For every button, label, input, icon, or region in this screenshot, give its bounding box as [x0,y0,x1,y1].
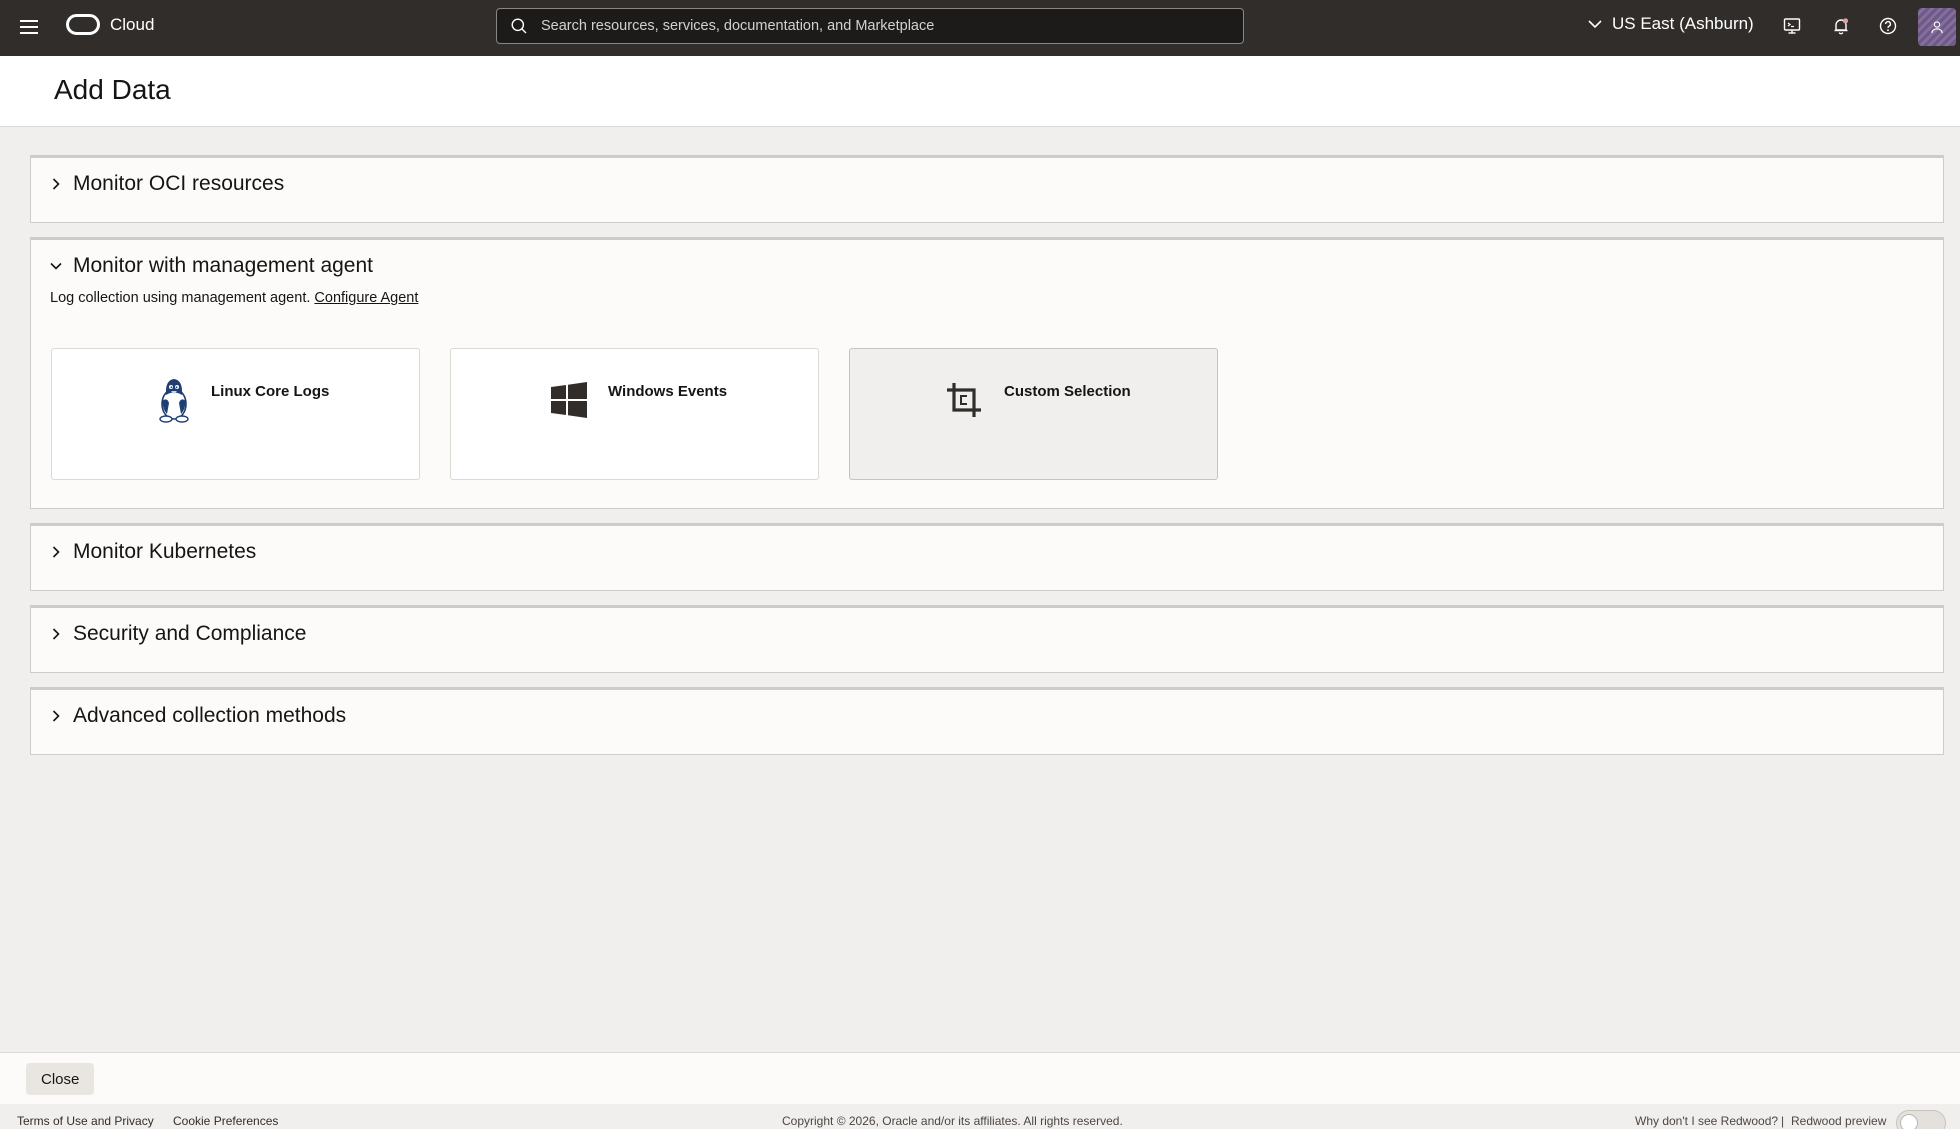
brand-text: Cloud [110,14,155,34]
terms-link[interactable]: Terms of Use and Privacy [17,1114,154,1128]
footer-actions: Close [0,1052,1960,1104]
oracle-logo-icon [66,14,100,35]
section-title: Security and Compliance [73,622,307,645]
linux-penguin-icon [152,377,196,423]
section-toggle[interactable]: Monitor OCI resources [49,172,284,196]
section-monitor-oci-resources: Monitor OCI resources [30,155,1944,223]
tile-linux-core-logs[interactable]: Linux Core Logs [51,348,420,480]
tile-label: Windows Events [608,383,728,400]
page-header: Add Data [0,56,1960,127]
search-input[interactable] [541,18,1243,34]
top-navigation-bar: Cloud US East (Ashburn) [0,0,1960,56]
chevron-right-icon [49,545,63,559]
user-avatar[interactable] [1918,8,1956,46]
tile-label: Custom Selection [1004,383,1131,400]
chevron-down-icon [49,259,63,273]
page-footer: Terms of Use and Privacy Cookie Preferen… [0,1104,1960,1129]
section-toggle[interactable]: Monitor Kubernetes [49,540,256,564]
tile-custom-selection[interactable]: Custom Selection [849,348,1218,480]
section-title: Advanced collection methods [73,704,347,727]
brand-home-link[interactable]: Cloud [66,14,154,35]
close-button[interactable]: Close [26,1063,95,1095]
section-monitor-with-management-agent: Monitor with management agent Log collec… [30,237,1944,509]
redwood-preview-toggle[interactable] [1896,1110,1946,1129]
section-toggle[interactable]: Monitor with management agent [49,254,373,278]
region-selector[interactable]: US East (Ashburn) [1588,14,1754,34]
description-text: Log collection using management agent. [50,290,311,306]
section-toggle[interactable]: Security and Compliance [49,622,306,646]
tile-label: Linux Core Logs [211,383,330,400]
section-title: Monitor OCI resources [73,172,285,195]
chevron-right-icon [49,627,63,641]
section-advanced-collection-methods: Advanced collection methods [30,687,1944,755]
section-monitor-kubernetes: Monitor Kubernetes [30,523,1944,591]
chevron-right-icon [49,177,63,191]
search-icon [511,18,527,34]
chevron-down-icon [1588,19,1602,28]
redwood-question-link[interactable]: Why don't I see Redwood? [1635,1114,1778,1128]
tile-windows-events[interactable]: Windows Events [450,348,819,480]
footer-separator: | [1781,1114,1785,1128]
chevron-right-icon [49,709,63,723]
windows-logo-icon [547,377,591,423]
page-title: Add Data [54,74,171,105]
global-search[interactable] [496,8,1244,44]
redwood-preview-label: Redwood preview [1791,1114,1887,1128]
user-icon [1931,21,1943,34]
copyright-text: Copyright © 2026, Oracle and/or its affi… [782,1114,1123,1128]
section-title: Monitor with management agent [73,254,373,277]
menu-icon[interactable] [20,16,42,38]
cloud-shell-icon[interactable] [1780,14,1804,38]
section-title: Monitor Kubernetes [73,540,257,563]
toggle-knob [1900,1114,1918,1129]
section-description: Log collection using management agent. C… [50,290,418,306]
section-security-and-compliance: Security and Compliance [30,605,1944,673]
cookie-preferences-link[interactable]: Cookie Preferences [173,1114,278,1128]
help-icon[interactable] [1876,14,1900,38]
bell-icon[interactable] [1829,14,1853,38]
crop-icon [942,377,986,423]
section-toggle[interactable]: Advanced collection methods [49,704,346,728]
configure-agent-link[interactable]: Configure Agent [314,290,418,306]
region-label: US East (Ashburn) [1612,14,1754,33]
